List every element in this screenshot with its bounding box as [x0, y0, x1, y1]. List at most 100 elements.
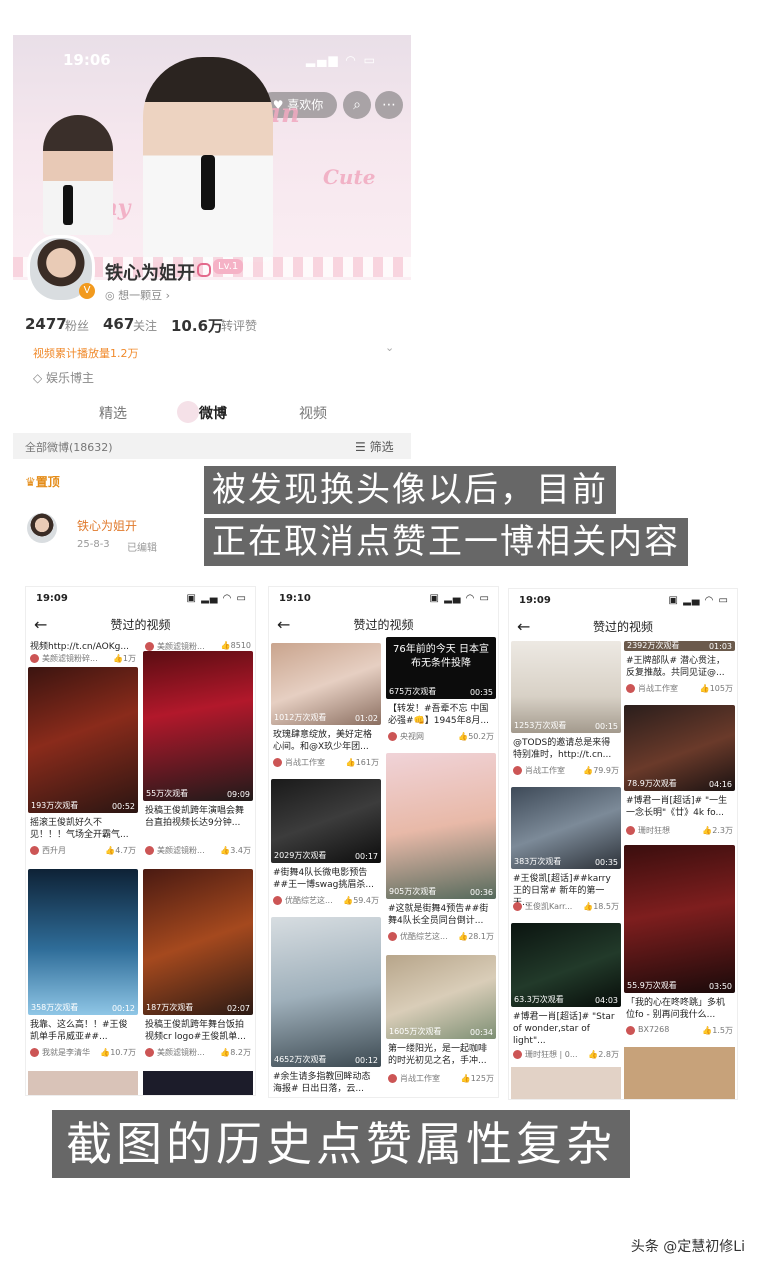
profile-nickname: 铁心为姐开 — [105, 263, 195, 284]
video-card[interactable]: 视频http://t.cn/AOKg... 美颜滤镜粉碎... 👍1万 — [28, 641, 138, 663]
video-title: 第一缕阳光，是一起咖啡的时光初见之名，手冲... — [388, 1044, 488, 1066]
gender-icon — [197, 263, 211, 277]
weibo-tab-icon — [177, 401, 199, 423]
status-icons: ▂▄▆ ◠ ▭ — [305, 53, 377, 67]
video-title: 投稿王俊凯跨年演唱会舞台直拍视频长达9分钟... — [145, 806, 245, 828]
tab-weibo[interactable]: 微博 — [199, 403, 227, 423]
follow-label: 关注 — [133, 319, 158, 333]
play-count-note: 视频累计播放量1.2万 — [33, 347, 139, 360]
video-card[interactable]: 4652万次观看 00:12 #余生请多指教回眸动态海报# 日出日落，云... — [271, 917, 381, 1095]
video-card[interactable]: 2029万次观看 00:17 #街舞4队长微电影预告##王一博swag挑眉杀...… — [271, 779, 381, 909]
all-weibo-count: 全部微博(18632) — [25, 441, 113, 454]
watermark: 头条 @定慧初修Li — [630, 1239, 745, 1255]
video-title: #余生请多指教回眸动态海报# 日出日落，云... — [273, 1072, 371, 1094]
video-card[interactable]: 193万次观看 00:52 摇滚王俊凯好久不见！！！气场全开霸气... 西升月 👍4… — [28, 667, 138, 863]
pinned-label: ♛置顶 — [25, 475, 60, 489]
profile-subtitle[interactable]: ◎ 想一颗豆 › — [105, 287, 170, 303]
status-time: 19:06 — [63, 51, 111, 69]
post-avatar[interactable] — [27, 513, 57, 543]
video-thumbnail-partial — [28, 1071, 138, 1095]
shield-icon: ◇ — [33, 371, 47, 385]
video-card[interactable]: 55万次观看 09:09 投稿王俊凯跨年演唱会舞台直拍视频长达9分钟... 美颜滤… — [143, 651, 253, 863]
video-card[interactable]: 358万次观看 00:12 我靠、这么高！！#王俊凯单手吊威亚##... 我就是李… — [28, 869, 138, 1065]
level-badge: Lv.1 — [213, 259, 244, 274]
interaction-label: 转评赞 — [221, 319, 258, 333]
video-title: 我靠、这么高！！#王俊凯单手吊威亚##... — [30, 1020, 128, 1042]
video-card[interactable]: 1012万次观看 01:02 玫瑰肆意绽放，美好定格心间。和@X玖少年团... 肖… — [271, 643, 381, 773]
back-arrow-icon[interactable]: ← — [34, 611, 47, 639]
video-card[interactable]: 55.9万次观看 03:50 「我的心在咚咚跳」多机位fo - 别再问我什么...… — [624, 845, 735, 1041]
bean-icon: ◎ — [105, 289, 119, 302]
list-header: 全部微博(18632) ☰ 筛选 — [13, 433, 411, 459]
video-thumbnail-partial — [143, 1071, 253, 1095]
back-arrow-icon[interactable]: ← — [277, 611, 290, 639]
phone-screenshot-1: 19:09 ▣ ▂▄ ◠ ▭ ← 赞过的视频 视频http://t.cn/AOKg.… — [25, 586, 256, 1096]
video-card[interactable]: 383万次观看 00:35 #王俊凯[超话]##karry王的日常# 新年的第一天… — [511, 787, 621, 917]
phone-header: ← 赞过的视频 — [269, 611, 498, 639]
banner-deco-text: Cute — [323, 165, 376, 189]
tab-video[interactable]: 视频 — [299, 403, 327, 423]
filter-button[interactable]: ☰ 筛选 — [355, 438, 394, 455]
fans-label: 粉丝 — [65, 319, 90, 333]
video-title: #王牌部队# 潜心贯注，反复推敲。共同见证@... — [626, 656, 725, 678]
video-title: 摇滚王俊凯好久不见！！！气场全开霸气... — [30, 818, 129, 840]
phone-status-bar: 19:09 ▣ ▂▄ ◠ ▭ — [36, 593, 247, 604]
video-card[interactable]: 78.9万次观看 04:16 #博君一肖[超话]# "一生一念长明"《廿》4k f… — [624, 705, 735, 839]
video-title: 投稿王俊凯跨年舞台饭拍视频cr logo#王俊凯单... — [145, 1020, 246, 1042]
video-thumbnail: 1605万次观看 00:34 — [386, 955, 496, 1039]
video-title: @TODS的邀请总是来得特别准时，http://t.cn... — [513, 738, 612, 760]
chevron-down-icon[interactable]: ⌄ — [385, 341, 394, 354]
video-thumbnail: 1253万次观看 00:15 — [511, 641, 621, 733]
back-arrow-icon[interactable]: ← — [517, 613, 530, 641]
video-thumbnail: 55万次观看 09:09 — [143, 651, 253, 801]
video-thumbnail: 55.9万次观看 03:50 — [624, 845, 735, 993]
video-thumbnail-partial — [624, 1047, 735, 1099]
header-title: 赞过的视频 — [110, 618, 171, 632]
video-thumbnail: 2392万次观看 01:03 — [624, 641, 735, 651]
video-thumbnail: 187万次观看 02:07 — [143, 869, 253, 1015]
header-title: 赞过的视频 — [592, 620, 653, 634]
video-card[interactable]: 1605万次观看 00:34 第一缕阳光，是一起咖啡的时光初见之名，手冲... 肖… — [386, 955, 496, 1091]
interaction-count[interactable]: 10.6万 — [171, 315, 223, 336]
video-card[interactable]: 63.3万次观看 04:03 #博君一肖[超话]# "Star of wonder… — [511, 923, 621, 1063]
video-thumbnail-partial — [511, 1067, 621, 1099]
crown-icon: ♛ — [25, 475, 36, 489]
status-icons: ▣ ▂▄ ◠ ▭ — [668, 595, 729, 606]
status-icons: ▣ ▂▄ ◠ ▭ — [429, 593, 490, 604]
video-title: 视频http://t.cn/AOKg... — [30, 642, 129, 652]
video-card[interactable]: 187万次观看 02:07 投稿王俊凯跨年舞台饭拍视频cr logo#王俊凯单..… — [143, 869, 253, 1065]
phone-header: ← 赞过的视频 — [509, 613, 737, 641]
tab-featured[interactable]: 精选 — [99, 403, 127, 423]
video-title: #博君一肖[超话]# "Star of wonder,star of light… — [513, 1012, 615, 1046]
post-date: 25-8-3 — [77, 539, 110, 550]
video-thumbnail: 358万次观看 00:12 — [28, 869, 138, 1015]
filter-icon: ☰ — [355, 440, 370, 454]
phone-header: ← 赞过的视频 — [26, 611, 255, 639]
category-tag: ◇ 娱乐博主 — [33, 371, 95, 385]
post-author[interactable]: 铁心为姐开 — [77, 517, 137, 534]
verified-icon: V — [79, 283, 95, 299]
phone-screenshot-3: 19:09 ▣ ▂▄ ◠ ▭ ← 赞过的视频 2392万次观看 01:03 #王牌部队… — [508, 588, 738, 1100]
phone-status-bar: 19:09 ▣ ▂▄ ◠ ▭ — [519, 595, 729, 606]
follow-count[interactable]: 467 — [103, 315, 134, 333]
video-thumbnail: 1012万次观看 01:02 — [271, 643, 381, 725]
video-card[interactable]: 76年前的今天 日本宣布无条件投降 675万次观看 00:35 【转发！#吾辈不忘… — [386, 637, 496, 747]
video-thumbnail: 76年前的今天 日本宣布无条件投降 675万次观看 00:35 — [386, 637, 496, 699]
fans-count[interactable]: 2477 — [25, 315, 67, 333]
video-title: 【转发！#吾辈不忘 中国必强#👊】1945年8月... — [388, 704, 489, 726]
more-icon[interactable]: ⋯ — [375, 91, 403, 119]
status-icons: ▣ ▂▄ ◠ ▭ — [186, 593, 247, 604]
phone-status-bar: 19:10 ▣ ▂▄ ◠ ▭ — [279, 593, 490, 604]
video-card[interactable]: 905万次观看 00:36 #这就是街舞4预告##街舞4队长全员同台倒计... 优… — [386, 753, 496, 949]
video-card[interactable]: 2392万次观看 01:03 #王牌部队# 潜心贯注，反复推敲。共同见证@... … — [624, 641, 735, 699]
video-card[interactable]: 1253万次观看 00:15 @TODS的邀请总是来得特别准时，http://t.… — [511, 641, 621, 781]
video-thumbnail: 383万次观看 00:35 — [511, 787, 621, 869]
video-thumbnail: 2029万次观看 00:17 — [271, 779, 381, 863]
news-thumbnail-text: 76年前的今天 日本宣布无条件投降 — [393, 644, 489, 669]
video-thumbnail: 193万次观看 00:52 — [28, 667, 138, 813]
search-icon[interactable]: ⌕ — [343, 91, 371, 119]
video-title: #博君一肖[超话]# "一生一念长明"《廿》4k fo... — [626, 796, 728, 818]
header-title: 赞过的视频 — [353, 618, 414, 632]
caption-line-1: 被发现换头像以后，目前 — [204, 466, 616, 514]
video-title: #街舞4队长微电影预告##王一博swag挑眉杀... — [273, 868, 374, 890]
